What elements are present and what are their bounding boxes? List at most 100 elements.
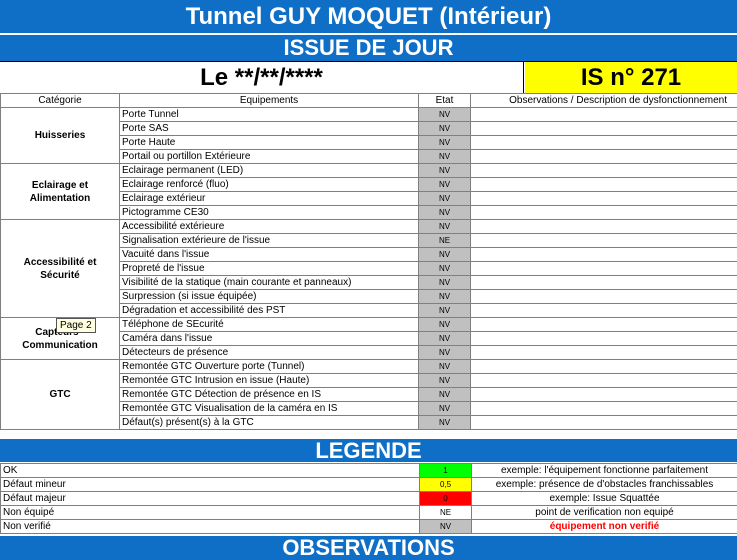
equipment-label: Eclairage permanent (LED) (119, 163, 419, 178)
legend-row: OK 1 exemple: l'équipement fonctionne parf… (0, 463, 737, 478)
equipment-label: Remontée GTC Intrusion en issue (Haute) (119, 373, 419, 388)
etat-cell[interactable]: NV (418, 163, 471, 178)
equipment-label: Vacuité dans l'issue (119, 247, 419, 262)
equipment-label: Eclairage extérieur (119, 191, 419, 206)
etat-cell[interactable]: NV (418, 345, 471, 360)
table-row: Eclairage et Alimentation Eclairage perma… (0, 163, 737, 220)
observation-cell[interactable] (470, 177, 737, 192)
observation-cell[interactable] (470, 107, 737, 122)
observation-cell[interactable] (470, 135, 737, 150)
equipment-label: Surpression (si issue équipée) (119, 289, 419, 304)
legend-example: exemple: Issue Squattée (471, 491, 737, 506)
etat-cell[interactable]: NV (418, 275, 471, 290)
legend-swatch: 0 (419, 491, 472, 506)
equipment-label: Signalisation extérieure de l'issue (119, 233, 419, 248)
etat-cell[interactable]: NV (418, 177, 471, 192)
observation-cell[interactable] (470, 359, 737, 374)
legend-label: OK (0, 463, 420, 478)
observation-cell[interactable] (470, 303, 737, 318)
etat-cell[interactable]: NV (418, 415, 471, 430)
observation-cell[interactable] (470, 415, 737, 430)
observation-cell[interactable] (470, 261, 737, 276)
etat-cell[interactable]: NV (418, 373, 471, 388)
observation-cell[interactable] (470, 191, 737, 206)
observation-cell[interactable] (470, 387, 737, 402)
equipment-label: Accessibilité extérieure (119, 219, 419, 234)
etat-cell[interactable]: NV (418, 191, 471, 206)
observation-cell[interactable] (470, 149, 737, 164)
etat-cell[interactable]: NV (418, 387, 471, 402)
observation-cell[interactable] (470, 401, 737, 416)
legend-row: Défaut mineur 0,5 exemple: présence de d'o… (0, 477, 737, 492)
equipment-label: Remontée GTC Visualisation de la caméra … (119, 401, 419, 416)
equipment-label: Remontée GTC Ouverture porte (Tunnel) (119, 359, 419, 374)
table-row: GTC Remontée GTC Ouverture porte (Tunnel)… (0, 359, 737, 430)
legend-swatch: NE (419, 505, 472, 520)
equipment-label: Défaut(s) présent(s) à la GTC (119, 415, 419, 430)
observation-cell[interactable] (470, 345, 737, 360)
etat-cell[interactable]: NV (418, 205, 471, 220)
etat-cell[interactable]: NV (418, 261, 471, 276)
observation-cell[interactable] (470, 121, 737, 136)
inspection-table: Catégorie Equipements Etat Observations … (0, 93, 737, 430)
equipment-label: Remontée GTC Détection de présence en IS (119, 387, 419, 402)
legend-swatch: NV (419, 519, 472, 534)
category-cell: Accessibilité et Sécurité (0, 219, 120, 318)
equipment-label: Porte Haute (119, 135, 419, 150)
legend-example: point de verification non equipé (471, 505, 737, 520)
equipment-label: Propreté de l'issue (119, 261, 419, 276)
etat-cell[interactable]: NV (418, 121, 471, 136)
legend-title: LEGENDE (0, 439, 737, 462)
observation-cell[interactable] (470, 289, 737, 304)
legend-swatch: 0,5 (419, 477, 472, 492)
legend-table: OK 1 exemple: l'équipement fonctionne parf… (0, 463, 737, 534)
table-row: Huisseries Porte Tunnel NV (0, 107, 737, 164)
legend-swatch: 1 (419, 463, 472, 478)
observation-cell[interactable] (470, 219, 737, 234)
legend-label: Défaut mineur (0, 477, 420, 492)
column-header-observations: Observations / Description de dysfonctio… (470, 93, 737, 108)
equipment-label: Porte Tunnel (119, 107, 419, 122)
etat-cell[interactable]: NV (418, 289, 471, 304)
category-cell: Huisseries (0, 107, 120, 164)
date-row: Le **/**/**** IS n° 271 (0, 61, 737, 94)
observation-cell[interactable] (470, 163, 737, 178)
etat-cell[interactable]: NV (418, 331, 471, 346)
equipment-label: Visibilité de la statique (main courante… (119, 275, 419, 290)
legend-label: Non verifié (0, 519, 420, 534)
legend-example: équipement non verifié (471, 519, 737, 534)
category-cell: Eclairage et Alimentation (0, 163, 120, 220)
etat-cell[interactable]: NV (418, 303, 471, 318)
etat-cell[interactable]: NV (418, 247, 471, 262)
date-field[interactable]: Le **/**/**** (0, 62, 524, 93)
observation-cell[interactable] (470, 373, 737, 388)
etat-cell[interactable]: NV (418, 135, 471, 150)
observation-cell[interactable] (470, 205, 737, 220)
table-row: Capteurs - CommunicationTéléphone de SEc… (0, 317, 737, 360)
is-number-cell[interactable]: IS n° 271 (525, 62, 737, 93)
etat-cell[interactable]: NV (418, 401, 471, 416)
observation-cell[interactable] (470, 317, 737, 332)
equipment-label: Porte SAS (119, 121, 419, 136)
column-header-equipements: Equipements (119, 93, 419, 108)
observation-cell[interactable] (470, 331, 737, 346)
observation-cell[interactable] (470, 275, 737, 290)
observation-cell[interactable] (470, 233, 737, 248)
equipment-label: Eclairage renforcé (fluo) (119, 177, 419, 192)
page-title: Tunnel GUY MOQUET (Intérieur) (0, 0, 737, 33)
legend-example: exemple: l'équipement fonctionne parfait… (471, 463, 737, 478)
etat-cell[interactable]: NV (418, 219, 471, 234)
legend-example: exemple: présence de d'obstacles franchi… (471, 477, 737, 492)
etat-cell[interactable]: NV (418, 149, 471, 164)
etat-cell[interactable]: NV (418, 359, 471, 374)
issue-banner: ISSUE DE JOUR (0, 35, 737, 61)
etat-cell[interactable]: NE (418, 233, 471, 248)
equipment-label: Détecteurs de présence (119, 345, 419, 360)
equipment-label: Portail ou portillon Extérieure (119, 149, 419, 164)
equipment-label: Pictogramme CE30 (119, 205, 419, 220)
legend-row: Non équipé NE point de verification non eq… (0, 505, 737, 520)
etat-cell[interactable]: NV (418, 107, 471, 122)
etat-cell[interactable]: NV (418, 317, 471, 332)
table-header-row: Catégorie Equipements Etat Observations … (0, 93, 737, 108)
observation-cell[interactable] (470, 247, 737, 262)
